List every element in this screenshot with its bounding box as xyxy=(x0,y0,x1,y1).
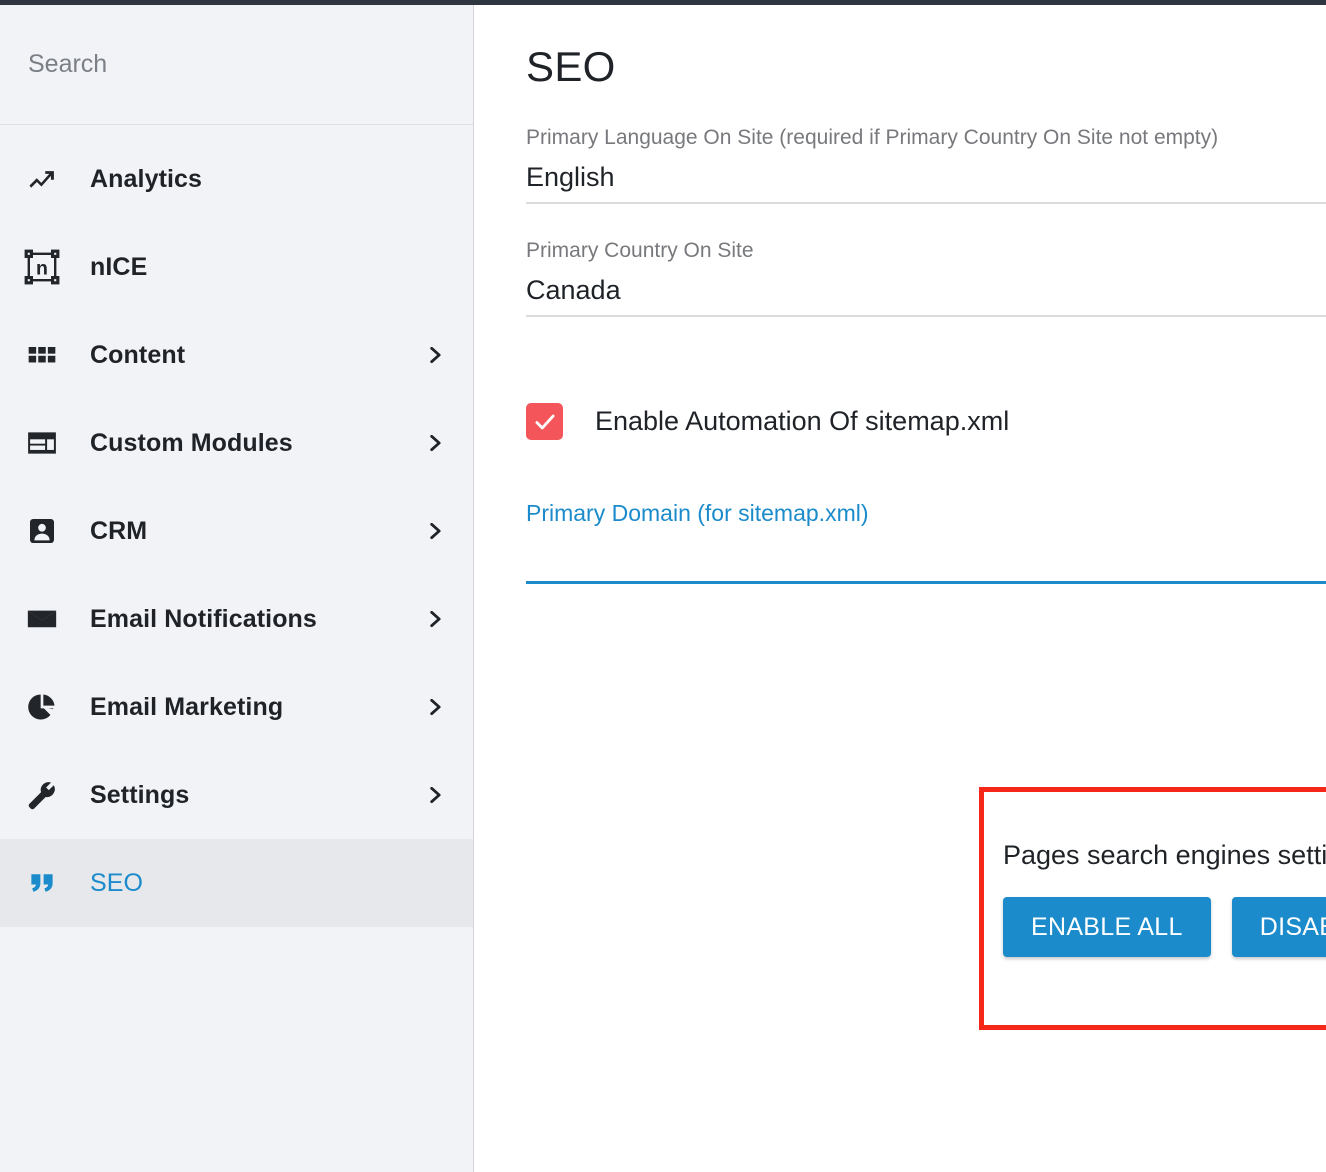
sidebar-item-label: nICE xyxy=(90,253,147,282)
sidebar-item-label: Settings xyxy=(90,781,189,810)
person-card-icon xyxy=(20,509,64,553)
quote-icon xyxy=(20,861,64,905)
search-input[interactable] xyxy=(28,50,445,79)
wrench-icon xyxy=(20,773,64,817)
pie-chart-icon xyxy=(20,685,64,729)
search-engines-button-row: ENABLE ALL DISABLE ALL xyxy=(1003,897,1326,957)
primary-country-label: Primary Country On Site xyxy=(526,238,1326,275)
search-engines-settings-panel: Pages search engines settings: ENABLE AL… xyxy=(984,792,1326,957)
page-title: SEO xyxy=(474,5,1326,91)
chevron-right-icon xyxy=(425,785,445,805)
trending-up-icon xyxy=(20,157,64,201)
sidebar-item-seo[interactable]: SEO xyxy=(0,839,473,927)
chevron-right-icon xyxy=(425,521,445,541)
search-engines-highlight-box: Pages search engines settings: ENABLE AL… xyxy=(979,787,1326,1030)
sidebar-item-label: Content xyxy=(90,341,185,370)
layout-icon xyxy=(20,421,64,465)
search-engines-settings-title: Pages search engines settings: xyxy=(1003,840,1326,897)
chevron-right-icon xyxy=(425,433,445,453)
main-content: SEO Primary Language On Site (required i… xyxy=(474,5,1326,1172)
sidebar-item-label: Custom Modules xyxy=(90,429,293,458)
sidebar: Analytics n xyxy=(0,5,474,1172)
sidebar-item-label: Analytics xyxy=(90,165,202,194)
sidebar-item-label: SEO xyxy=(90,869,143,898)
primary-country-underline xyxy=(526,315,1326,317)
chevron-right-icon xyxy=(425,345,445,365)
primary-language-label: Primary Language On Site (required if Pr… xyxy=(526,125,1326,162)
sidebar-item-label: Email Marketing xyxy=(90,693,283,722)
sitemap-automation-row[interactable]: Enable Automation Of sitemap.xml xyxy=(526,403,1326,440)
sidebar-item-settings[interactable]: Settings xyxy=(0,751,473,839)
sitemap-automation-label: Enable Automation Of sitemap.xml xyxy=(595,406,1009,437)
sidebar-item-custom-modules[interactable]: Custom Modules xyxy=(0,399,473,487)
sidebar-item-crm[interactable]: CRM xyxy=(0,487,473,575)
chevron-right-icon xyxy=(425,697,445,717)
grid-icon xyxy=(20,333,64,377)
primary-language-field: Primary Language On Site (required if Pr… xyxy=(526,91,1326,204)
svg-text:n: n xyxy=(36,258,48,280)
sidebar-item-label: CRM xyxy=(90,517,147,546)
primary-domain-input[interactable] xyxy=(526,541,1326,581)
sidebar-item-label: Email Notifications xyxy=(90,605,317,634)
sitemap-automation-checkbox[interactable] xyxy=(526,403,563,440)
primary-language-value[interactable]: English xyxy=(526,162,1326,202)
enable-all-button[interactable]: ENABLE ALL xyxy=(1003,897,1211,957)
primary-domain-field: Primary Domain (for sitemap.xml) xyxy=(526,500,1326,584)
disable-all-button[interactable]: DISABLE ALL xyxy=(1232,897,1326,957)
envelope-icon xyxy=(20,597,64,641)
app-root: Analytics n xyxy=(0,5,1326,1172)
sidebar-item-email-notifications[interactable]: Email Notifications xyxy=(0,575,473,663)
chevron-right-icon xyxy=(425,609,445,629)
primary-domain-underline xyxy=(526,581,1326,584)
sidebar-search-container[interactable] xyxy=(0,5,473,125)
nice-selection-icon: n xyxy=(20,245,64,289)
primary-domain-link[interactable]: Primary Domain (for sitemap.xml) xyxy=(526,500,869,527)
sidebar-item-analytics[interactable]: Analytics xyxy=(0,135,473,223)
sidebar-item-nice[interactable]: n nICE xyxy=(0,223,473,311)
primary-country-value[interactable]: Canada xyxy=(526,275,1326,315)
primary-country-field: Primary Country On Site Canada xyxy=(526,204,1326,317)
sidebar-item-content[interactable]: Content xyxy=(0,311,473,399)
sidebar-item-email-marketing[interactable]: Email Marketing xyxy=(0,663,473,751)
sidebar-nav: Analytics n xyxy=(0,125,473,927)
